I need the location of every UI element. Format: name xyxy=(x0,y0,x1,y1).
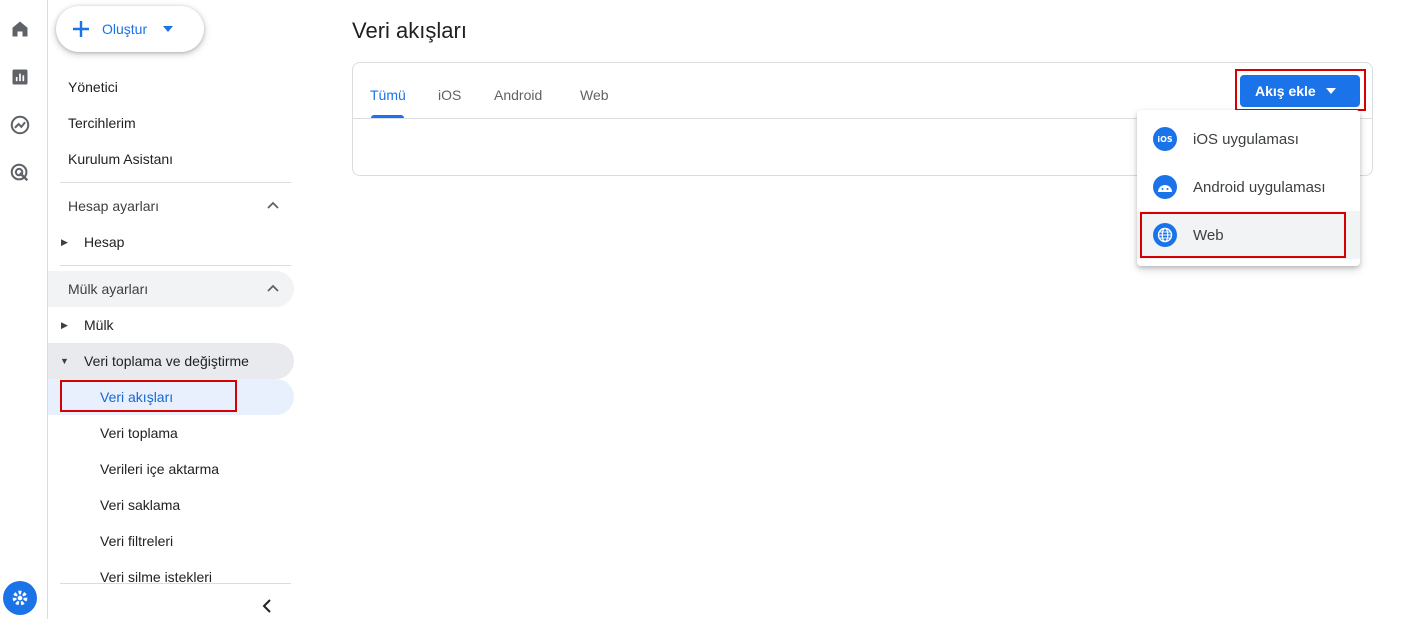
collapse-sidebar-icon[interactable] xyxy=(260,598,276,614)
tab-android[interactable]: Android xyxy=(494,87,542,103)
nav-item-account[interactable]: ▶ Hesap xyxy=(48,224,294,260)
nav-label: Hesap xyxy=(84,234,125,250)
reports-icon[interactable] xyxy=(8,65,32,89)
menu-item-android[interactable]: Android uygulaması xyxy=(1137,163,1360,211)
nav-item-preferences[interactable]: Tercihlerim xyxy=(68,115,136,131)
nav-clip: Veri silme istekleri xyxy=(48,559,294,583)
nav-item-property[interactable]: ▶ Mülk xyxy=(48,307,294,343)
nav-group-data-collection[interactable]: ▼ Veri toplama ve değiştirme xyxy=(48,343,294,379)
tab-web[interactable]: Web xyxy=(580,87,609,103)
admin-sidebar: Oluştur Yönetici Tercihlerim Kurulum Asi… xyxy=(48,0,300,619)
tab-ios[interactable]: iOS xyxy=(438,87,461,103)
caret-down-icon xyxy=(1325,88,1336,94)
nav-item-data-collection[interactable]: Veri toplama xyxy=(48,415,294,451)
android-icon xyxy=(1153,175,1177,199)
home-icon[interactable] xyxy=(8,17,32,41)
section-title: Mülk ayarları xyxy=(68,281,149,297)
divider xyxy=(60,265,291,266)
divider xyxy=(60,583,291,584)
tab-indicator xyxy=(371,115,404,118)
add-stream-button[interactable]: Akış ekle xyxy=(1240,75,1360,107)
highlight-box xyxy=(60,380,237,412)
create-button[interactable]: Oluştur xyxy=(56,6,204,52)
tab-all[interactable]: Tümü xyxy=(370,87,406,103)
caret-right-icon: ▶ xyxy=(61,236,68,247)
caret-down-icon: ▼ xyxy=(60,356,69,366)
ios-icon: iOS xyxy=(1153,127,1177,151)
add-stream-label: Akış ekle xyxy=(1255,83,1316,99)
nav-item-setup-assistant[interactable]: Kurulum Asistanı xyxy=(68,151,173,167)
create-label: Oluştur xyxy=(102,21,148,37)
highlight-box xyxy=(1140,212,1346,258)
nav-item-data-deletion[interactable]: Veri silme istekleri xyxy=(48,559,294,583)
section-property-settings[interactable]: Mülk ayarları xyxy=(48,271,294,307)
nav-item-data-import[interactable]: Verileri içe aktarma xyxy=(48,451,294,487)
explore-icon[interactable] xyxy=(8,113,32,137)
section-title: Hesap ayarları xyxy=(68,198,160,214)
nav-label: Mülk xyxy=(84,317,114,333)
plus-icon xyxy=(73,21,89,37)
nav-item-admin[interactable]: Yönetici xyxy=(68,79,118,95)
nav-item-data-retention[interactable]: Veri saklama xyxy=(48,487,294,523)
nav-item-data-filters[interactable]: Veri filtreleri xyxy=(48,523,294,559)
left-rail xyxy=(0,0,48,619)
chevron-up-icon xyxy=(267,284,279,292)
caret-right-icon: ▶ xyxy=(61,319,68,330)
gear-icon[interactable] xyxy=(3,581,37,615)
advertising-icon[interactable] xyxy=(8,161,32,185)
caret-down-icon xyxy=(163,26,174,32)
menu-label: iOS uygulaması xyxy=(1193,130,1299,148)
chevron-up-icon xyxy=(267,201,279,209)
page-title: Veri akışları xyxy=(352,18,467,43)
menu-label: Android uygulaması xyxy=(1193,178,1326,196)
section-account-settings[interactable]: Hesap ayarları xyxy=(48,188,294,224)
menu-item-ios[interactable]: iOS iOS uygulaması xyxy=(1137,115,1360,163)
divider xyxy=(60,182,291,183)
nav-label: Veri toplama ve değiştirme xyxy=(84,353,249,369)
